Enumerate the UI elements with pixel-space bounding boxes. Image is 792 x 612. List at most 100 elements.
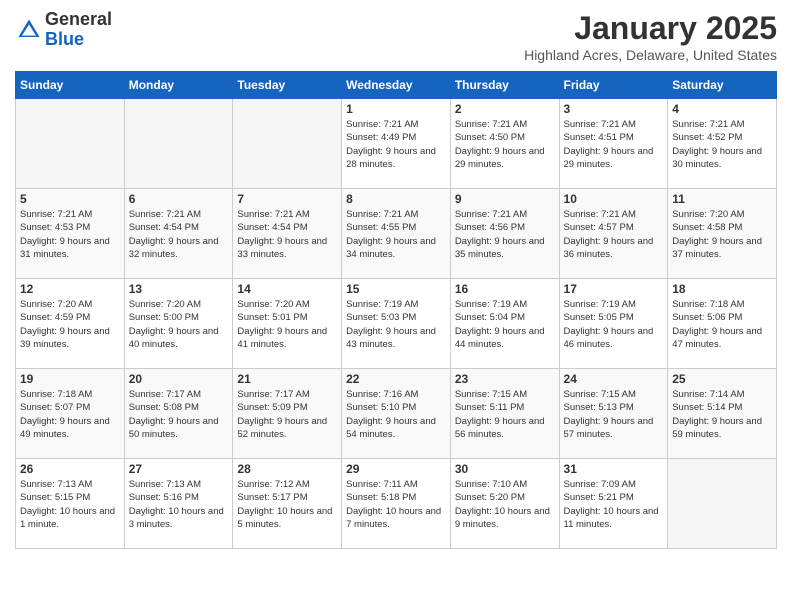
calendar-week-1: 1 Sunrise: 7:21 AMSunset: 4:49 PMDaylight… [16, 99, 777, 189]
logo-text: General Blue [45, 10, 112, 50]
day-number: 11 [672, 192, 772, 206]
daylight-text: Daylight: 9 hours and 32 minutes. [129, 236, 219, 260]
day-number: 1 [346, 102, 446, 116]
header: General Blue January 2025 Highland Acres… [15, 10, 777, 63]
calendar-week-3: 12Sunrise: 7:20 AMSunset: 4:59 PMDayligh… [16, 279, 777, 369]
sunrise-text: Sunrise: 7:19 AM [564, 299, 636, 310]
day-number: 31 [564, 462, 664, 476]
calendar-cell [124, 99, 233, 189]
sunrise-text: Sunrise: 7:10 AM [455, 479, 527, 490]
daylight-text: Daylight: 9 hours and 46 minutes. [564, 326, 654, 350]
calendar-cell [668, 459, 777, 549]
sunrise-text: Sunrise: 7:21 AM [564, 119, 636, 130]
logo-icon [15, 16, 43, 44]
day-number: 16 [455, 282, 555, 296]
day-number: 20 [129, 372, 229, 386]
day-number: 3 [564, 102, 664, 116]
daylight-text: Daylight: 10 hours and 9 minutes. [455, 506, 550, 530]
calendar-cell: 23Sunrise: 7:15 AMSunset: 5:11 PMDayligh… [450, 369, 559, 459]
day-info: Sunrise: 7:19 AMSunset: 5:03 PMDaylight:… [346, 298, 446, 351]
calendar-cell: 20 Sunrise: 7:17 AMSunset: 5:08 PMDayligh… [124, 369, 233, 459]
day-number: 2 [455, 102, 555, 116]
logo: General Blue [15, 10, 112, 50]
daylight-text: Daylight: 9 hours and 37 minutes. [672, 236, 762, 260]
sunrise-text: Sunrise: 7:21 AM [672, 119, 744, 130]
daylight-text: Daylight: 9 hours and 29 minutes. [455, 146, 545, 170]
calendar-cell: 22 Sunrise: 7:16 AMSunset: 5:10 PMDayligh… [342, 369, 451, 459]
sunrise-text: Sunrise: 7:21 AM [237, 209, 309, 220]
daylight-text: Daylight: 9 hours and 29 minutes. [564, 146, 654, 170]
day-number: 7 [237, 192, 337, 206]
daylight-text: Daylight: 10 hours and 5 minutes. [237, 506, 332, 530]
day-info: Sunrise: 7:15 AMSunset: 5:13 PMDaylight:… [564, 388, 664, 441]
day-number: 4 [672, 102, 772, 116]
logo-general: General [45, 10, 112, 30]
sunrise-text: Sunrise: 7:18 AM [20, 389, 92, 400]
day-info: Sunrise: 7:10 AMSunset: 5:20 PMDaylight:… [455, 478, 555, 531]
daylight-text: Daylight: 9 hours and 39 minutes. [20, 326, 110, 350]
sunrise-text: Sunrise: 7:21 AM [129, 209, 201, 220]
daylight-text: Daylight: 9 hours and 44 minutes. [455, 326, 545, 350]
sunrise-text: Sunrise: 7:19 AM [455, 299, 527, 310]
weekday-sunday: Sunday [16, 72, 125, 99]
day-info: Sunrise: 7:19 AM Sunset: 5:05 PM Daylight:… [564, 298, 664, 351]
day-number: 14 [237, 282, 337, 296]
day-info: Sunrise: 7:12 AMSunset: 5:17 PMDaylight:… [237, 478, 337, 531]
sunset-text: Sunset: 5:03 PM [346, 312, 416, 323]
daylight-text: Daylight: 9 hours and 43 minutes. [346, 326, 436, 350]
calendar-cell: 25Sunrise: 7:14 AMSunset: 5:14 PMDayligh… [668, 369, 777, 459]
day-number: 22 [346, 372, 446, 386]
day-number: 10 [564, 192, 664, 206]
day-info: Sunrise: 7:20 AMSunset: 5:01 PMDaylight:… [237, 298, 337, 351]
daylight-text: Daylight: 9 hours and 31 minutes. [20, 236, 110, 260]
day-info: Sunrise: 7:20 AMSunset: 5:00 PMDaylight:… [129, 298, 229, 351]
calendar-cell: 27Sunrise: 7:13 AMSunset: 5:16 PMDayligh… [124, 459, 233, 549]
day-info: Sunrise: 7:17 AMSunset: 5:08 PMDaylight:… [129, 388, 229, 441]
calendar-header: Sunday Monday Tuesday Wednesday Thursday… [16, 72, 777, 99]
sunrise-text: Sunrise: 7:18 AM [672, 299, 744, 310]
day-number: 28 [237, 462, 337, 476]
page-container: General Blue January 2025 Highland Acres… [0, 0, 792, 559]
day-info: Sunrise: 7:17 AMSunset: 5:09 PMDaylight:… [237, 388, 337, 441]
sunrise-text: Sunrise: 7:17 AM [129, 389, 201, 400]
calendar-cell: 24Sunrise: 7:15 AMSunset: 5:13 PMDayligh… [559, 369, 668, 459]
sunrise-text: Sunrise: 7:15 AM [564, 389, 636, 400]
sunrise-text: Sunrise: 7:21 AM [346, 119, 418, 130]
daylight-text: Daylight: 9 hours and 34 minutes. [346, 236, 436, 260]
calendar-cell: 5Sunrise: 7:21 AMSunset: 4:53 PMDaylight… [16, 189, 125, 279]
day-number: 9 [455, 192, 555, 206]
weekday-row: Sunday Monday Tuesday Wednesday Thursday… [16, 72, 777, 99]
day-info: Sunrise: 7:15 AMSunset: 5:11 PMDaylight:… [455, 388, 555, 441]
day-info: Sunrise: 7:20 AMSunset: 4:58 PMDaylight:… [672, 208, 772, 261]
day-info: Sunrise: 7:21 AMSunset: 4:52 PMDaylight:… [672, 118, 772, 171]
sunset-text: Sunset: 5:05 PM [564, 312, 634, 323]
sunset-text: Sunset: 4:50 PM [455, 132, 525, 143]
sunset-text: Sunset: 5:10 PM [346, 402, 416, 413]
calendar-cell: 3Sunrise: 7:21 AMSunset: 4:51 PMDaylight… [559, 99, 668, 189]
day-info: Sunrise: 7:19 AM Sunset: 5:04 PM Daylight:… [455, 298, 555, 351]
calendar-week-2: 5Sunrise: 7:21 AMSunset: 4:53 PMDaylight… [16, 189, 777, 279]
sunset-text: Sunset: 5:15 PM [20, 492, 90, 503]
day-number: 5 [20, 192, 120, 206]
daylight-text: Daylight: 9 hours and 49 minutes. [20, 416, 110, 440]
calendar-cell: 26Sunrise: 7:13 AMSunset: 5:15 PMDayligh… [16, 459, 125, 549]
day-number: 8 [346, 192, 446, 206]
weekday-tuesday: Tuesday [233, 72, 342, 99]
day-info: Sunrise: 7:20 AMSunset: 4:59 PMDaylight:… [20, 298, 120, 351]
day-info: Sunrise: 7:16 AMSunset: 5:10 PMDaylight:… [346, 388, 446, 441]
calendar-cell: 1 Sunrise: 7:21 AMSunset: 4:49 PMDaylight… [342, 99, 451, 189]
weekday-saturday: Saturday [668, 72, 777, 99]
sunrise-text: Sunrise: 7:20 AM [129, 299, 201, 310]
sunset-text: Sunset: 5:04 PM [455, 312, 525, 323]
month-title: January 2025 [524, 10, 777, 47]
weekday-monday: Monday [124, 72, 233, 99]
calendar-cell: 17Sunrise: 7:19 AMSunset: 5:05 PMDayligh… [559, 279, 668, 369]
calendar-cell: 16 Sunrise: 7:19 AM Sunset: 5:04 PM Dayligh… [450, 279, 559, 369]
sunset-text: Sunset: 5:18 PM [346, 492, 416, 503]
daylight-text: Daylight: 9 hours and 47 minutes. [672, 326, 762, 350]
sunrise-text: Sunrise: 7:11 AM [346, 479, 418, 490]
sunset-text: Sunset: 5:11 PM [455, 402, 525, 413]
day-number: 29 [346, 462, 446, 476]
sunset-text: Sunset: 4:56 PM [455, 222, 525, 233]
day-info: Sunrise: 7:21 AMSunset: 4:49 PMDaylight:… [346, 118, 446, 171]
